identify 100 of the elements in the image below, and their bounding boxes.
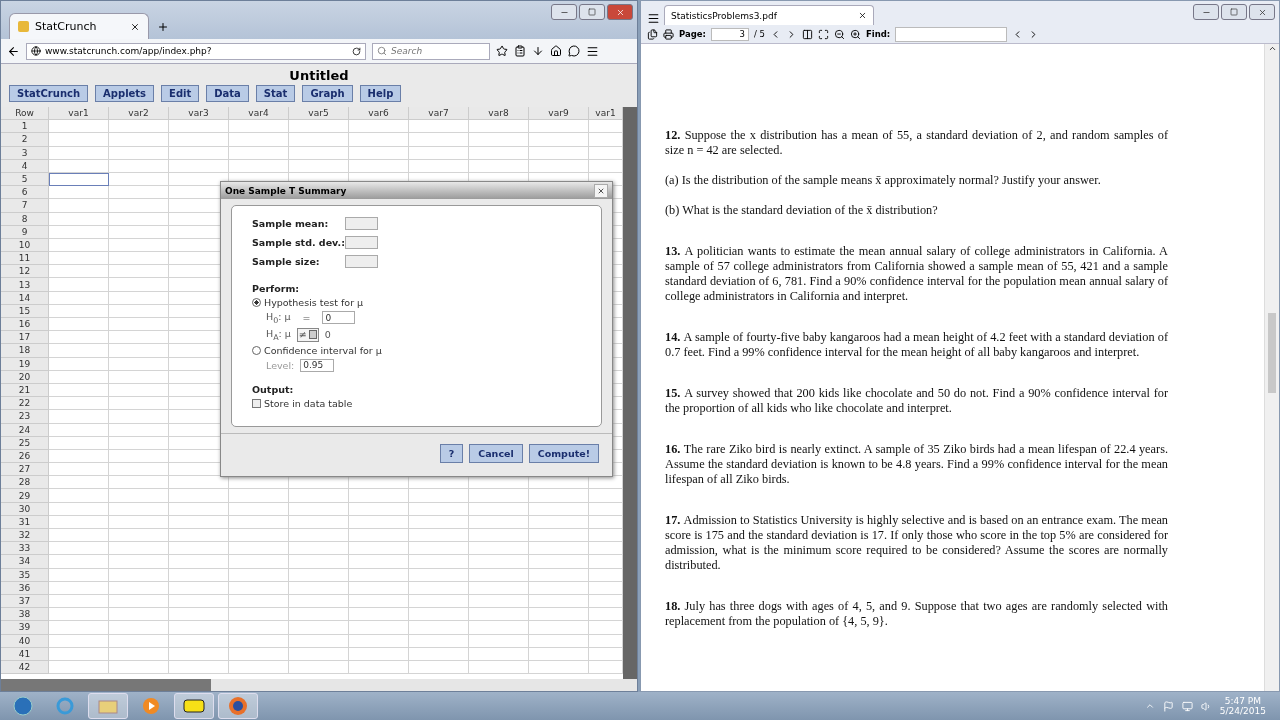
table-cell[interactable] <box>289 608 349 622</box>
table-cell[interactable] <box>49 278 109 292</box>
files-icon[interactable] <box>647 28 658 40</box>
table-cell[interactable] <box>349 529 409 543</box>
table-cell[interactable] <box>109 397 169 411</box>
table-cell[interactable] <box>349 647 409 661</box>
table-cell[interactable] <box>49 568 109 582</box>
dialog-button[interactable]: Compute! <box>528 444 599 463</box>
table-cell[interactable] <box>289 634 349 648</box>
table-cell[interactable] <box>109 410 169 424</box>
table-cell[interactable] <box>49 252 109 266</box>
table-cell[interactable] <box>109 252 169 266</box>
table-cell[interactable] <box>529 568 589 582</box>
table-cell[interactable] <box>49 383 109 398</box>
table-cell[interactable] <box>229 159 289 173</box>
table-cell[interactable] <box>109 357 169 371</box>
table-cell[interactable] <box>229 581 289 595</box>
table-cell[interactable] <box>529 529 589 543</box>
radio-button[interactable] <box>252 298 261 307</box>
table-cell[interactable] <box>469 529 529 543</box>
table-cell[interactable] <box>49 238 109 253</box>
table-cell[interactable] <box>469 489 529 503</box>
table-cell[interactable] <box>169 634 229 648</box>
table-cell[interactable] <box>49 265 109 279</box>
close-icon[interactable] <box>858 11 867 20</box>
table-cell[interactable] <box>409 647 469 661</box>
home-icon[interactable] <box>550 45 562 57</box>
table-cell[interactable] <box>469 159 529 173</box>
table-cell[interactable] <box>529 660 589 675</box>
chat-icon[interactable] <box>568 45 580 57</box>
table-cell[interactable] <box>289 647 349 661</box>
dialog-button[interactable]: ? <box>439 444 464 463</box>
table-cell[interactable] <box>349 581 409 595</box>
flag-icon[interactable] <box>1162 700 1174 712</box>
table-cell[interactable] <box>49 621 109 635</box>
volume-icon[interactable] <box>1200 700 1212 712</box>
table-cell[interactable] <box>109 502 169 516</box>
address-bar[interactable]: www.statcrunch.com/app/index.php? <box>26 42 366 60</box>
table-cell[interactable] <box>409 594 469 609</box>
table-cell[interactable] <box>469 555 529 569</box>
table-cell[interactable] <box>529 542 589 556</box>
table-cell[interactable] <box>49 199 109 213</box>
maximize-button[interactable] <box>1221 4 1247 20</box>
table-cell[interactable] <box>469 133 529 147</box>
table-cell[interactable] <box>109 370 169 384</box>
table-cell[interactable] <box>169 621 229 635</box>
table-cell[interactable] <box>349 120 409 134</box>
table-cell[interactable] <box>349 542 409 556</box>
table-cell[interactable] <box>289 660 349 675</box>
fit-width-icon[interactable] <box>802 28 813 40</box>
table-cell[interactable] <box>469 515 529 529</box>
table-cell[interactable] <box>289 489 349 503</box>
table-cell[interactable] <box>469 634 529 648</box>
table-cell[interactable] <box>109 278 169 292</box>
table-cell[interactable] <box>49 318 109 332</box>
table-cell[interactable] <box>109 318 169 332</box>
table-cell[interactable] <box>409 159 469 173</box>
table-cell[interactable] <box>49 146 109 160</box>
table-cell[interactable] <box>469 608 529 622</box>
table-cell[interactable] <box>109 344 169 358</box>
table-cell[interactable] <box>109 463 169 477</box>
table-cell[interactable] <box>49 172 109 187</box>
table-cell[interactable] <box>229 133 289 147</box>
menu-icon[interactable] <box>647 12 660 25</box>
table-cell[interactable] <box>529 594 589 609</box>
table-cell[interactable] <box>289 146 349 160</box>
table-cell[interactable] <box>49 397 109 411</box>
input-field[interactable] <box>345 236 378 249</box>
operator-dropdown[interactable]: ≠ <box>296 327 319 342</box>
table-cell[interactable] <box>109 542 169 556</box>
table-cell[interactable] <box>409 529 469 543</box>
maximize-button[interactable] <box>579 4 605 20</box>
table-cell[interactable] <box>109 608 169 622</box>
table-cell[interactable] <box>349 515 409 529</box>
table-cell[interactable] <box>529 489 589 503</box>
document-tab[interactable]: StatisticsProblems3.pdf <box>664 5 874 25</box>
table-cell[interactable] <box>109 423 169 437</box>
input-field[interactable] <box>345 217 378 230</box>
table-cell[interactable] <box>469 120 529 134</box>
table-cell[interactable] <box>229 146 289 160</box>
table-cell[interactable] <box>109 133 169 147</box>
input-field[interactable]: 0.95 <box>300 358 335 372</box>
checkbox[interactable] <box>252 398 261 408</box>
table-cell[interactable] <box>109 449 169 464</box>
new-tab-icon[interactable] <box>157 21 169 33</box>
table-cell[interactable] <box>49 515 109 529</box>
table-cell[interactable] <box>529 634 589 648</box>
menu-button[interactable]: Applets <box>95 85 155 102</box>
close-icon[interactable] <box>130 21 140 32</box>
zoom-in-icon[interactable] <box>850 28 861 40</box>
browser-tab[interactable]: StatCrunch <box>9 13 149 39</box>
table-cell[interactable] <box>229 568 289 582</box>
table-cell[interactable] <box>409 634 469 648</box>
table-cell[interactable] <box>109 186 169 200</box>
table-cell[interactable] <box>169 647 229 661</box>
table-cell[interactable] <box>289 159 349 173</box>
table-cell[interactable] <box>109 594 169 609</box>
table-cell[interactable] <box>49 502 109 516</box>
search-field[interactable]: Search <box>372 42 490 60</box>
table-cell[interactable] <box>529 146 589 160</box>
